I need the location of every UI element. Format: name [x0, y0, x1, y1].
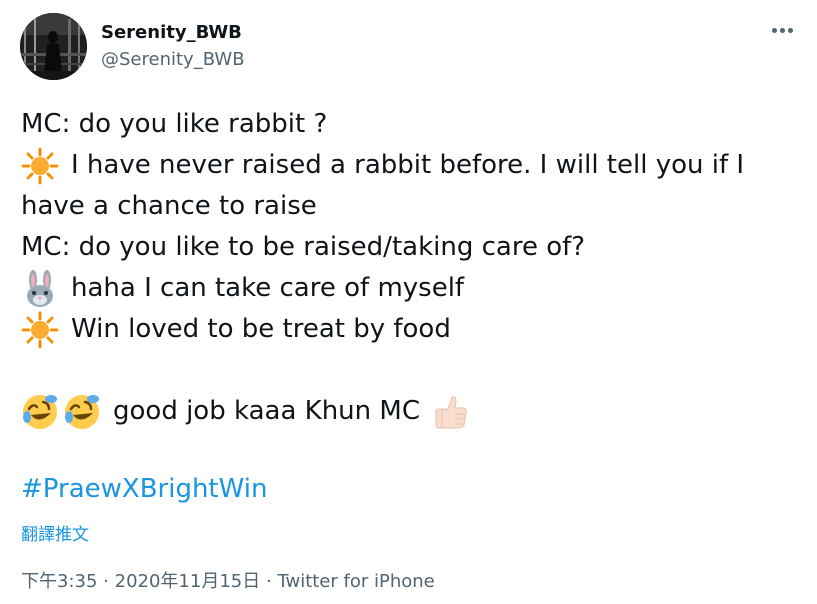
tweet-source-link[interactable]: Twitter for iPhone	[277, 571, 434, 592]
more-horizontal-icon	[788, 28, 793, 33]
line-text: MC: do you like to be raised/taking care…	[21, 232, 586, 262]
rolling-on-floor-laughing-emoji-icon	[63, 393, 101, 431]
thumbs-up-emoji-icon	[432, 393, 470, 431]
tweet-line: good job kaaa Khun MC	[21, 391, 811, 432]
more-horizontal-icon	[772, 28, 777, 33]
tweet-card: Serenity_BWB @Serenity_BWB MC: do you li…	[0, 0, 817, 604]
sun-emoji-icon	[21, 147, 59, 185]
tweet-line: Win loved to be treat by food	[21, 309, 811, 350]
avatar-photo	[20, 13, 87, 80]
hashtag-link[interactable]: #PraewXBrightWin	[21, 474, 267, 504]
tweet-time-link[interactable]: 下午3:35	[21, 571, 97, 592]
tweet-line: MC: do you like rabbit ?	[21, 104, 811, 145]
rolling-on-floor-laughing-emoji-icon	[21, 393, 59, 431]
tweet-line: have a chance to raise	[21, 186, 811, 227]
tweet-line: I have never raised a rabbit before. I w…	[21, 145, 811, 186]
meta-separator: ·	[265, 571, 272, 592]
line-text: good job kaaa Khun MC	[113, 396, 420, 426]
line-text: I have never raised a rabbit before. I w…	[71, 150, 745, 180]
user-handle[interactable]: @Serenity_BWB	[101, 49, 245, 70]
tweet-line: MC: do you like to be raised/taking care…	[21, 227, 811, 268]
line-text: MC: do you like rabbit ?	[21, 109, 328, 139]
tweet-text: MC: do you like rabbit ? I have never ra…	[21, 104, 811, 432]
translate-tweet-link[interactable]: 翻譯推文	[21, 520, 89, 545]
display-name[interactable]: Serenity_BWB	[101, 22, 242, 43]
line-text: have a chance to raise	[21, 191, 317, 221]
more-options-button[interactable]	[762, 16, 802, 46]
avatar[interactable]	[20, 13, 87, 80]
more-horizontal-icon	[780, 28, 785, 33]
rabbit-face-emoji-icon	[21, 269, 59, 308]
tweet-metadata: 下午3:35 · 2020年11月15日 · Twitter for iPhon…	[21, 567, 435, 593]
tweet-line: haha I can take care of myself	[21, 268, 811, 309]
line-text: haha I can take care of myself	[71, 273, 465, 303]
line-text: Win loved to be treat by food	[71, 314, 451, 344]
meta-separator: ·	[103, 571, 109, 592]
sun-emoji-icon	[21, 311, 59, 349]
tweet-date-link[interactable]: 2020年11月15日	[115, 571, 261, 592]
